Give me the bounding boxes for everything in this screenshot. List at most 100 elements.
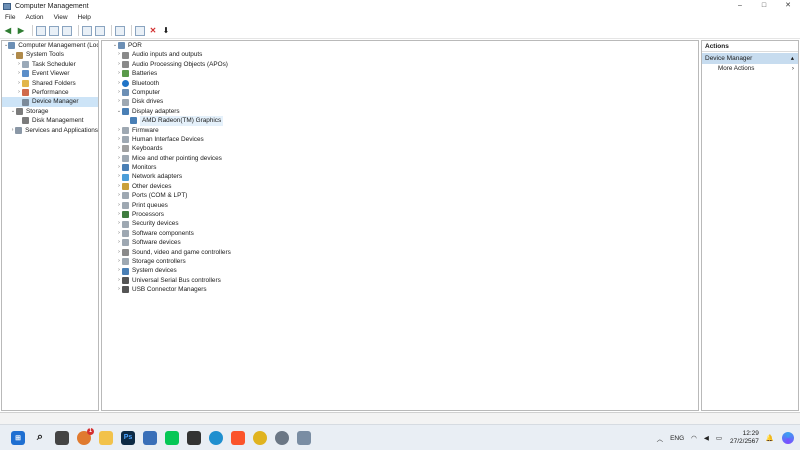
chat-app-icon[interactable]: 1 — [77, 427, 94, 445]
title-bar: Computer Management – □ ✕ — [0, 0, 800, 12]
maximize-button[interactable]: □ — [752, 0, 776, 12]
performance-icon — [22, 89, 29, 97]
settings-icon[interactable] — [275, 430, 289, 445]
device-category[interactable]: › Bluetooth — [102, 79, 698, 88]
device-category[interactable]: ⌄ Display adapters — [102, 107, 698, 116]
tree-item-services-applications[interactable]: › Services and Applications — [2, 126, 98, 135]
copilot-icon[interactable] — [782, 432, 794, 444]
help-icon[interactable] — [82, 25, 92, 36]
toolbar-separator — [131, 25, 132, 36]
device-category[interactable]: › Universal Serial Bus controllers — [102, 276, 698, 285]
firmware-icon — [122, 126, 129, 134]
actions-section-device-manager[interactable]: Device Manager ▴ — [702, 53, 798, 64]
collapse-icon[interactable]: ▴ — [791, 53, 794, 64]
download-icon[interactable]: ⬇ — [161, 26, 171, 36]
storage-icon — [16, 107, 23, 115]
clock[interactable]: 12:29 27/2/2567 — [730, 430, 759, 446]
device-category[interactable]: › Network adapters — [102, 172, 698, 181]
device-category[interactable]: › System devices — [102, 266, 698, 275]
tree-item-system-tools[interactable]: ⌄ System Tools — [2, 50, 98, 59]
mail-icon[interactable] — [143, 430, 157, 445]
tree-label: Task Scheduler — [32, 60, 76, 68]
tree-label: POR — [128, 42, 142, 49]
bell-icon[interactable]: 🔔 — [766, 434, 774, 442]
device-category[interactable]: › Ports (COM & LPT) — [102, 191, 698, 200]
volume-icon[interactable]: ◀ — [704, 434, 709, 442]
printer-icon — [122, 201, 129, 209]
computer-management-icon — [8, 42, 16, 50]
device-category[interactable]: › Software components — [102, 229, 698, 238]
chevron-up-icon[interactable]: ︿ — [657, 433, 664, 443]
shared-folders-icon — [22, 79, 29, 87]
status-bar — [0, 412, 800, 424]
menu-action[interactable]: Action — [20, 14, 48, 21]
tree-item-task-scheduler[interactable]: › Task Scheduler — [2, 60, 98, 69]
category-label: Universal Serial Bus controllers — [132, 276, 221, 284]
tree-item-event-viewer[interactable]: › Event Viewer — [2, 69, 98, 78]
device-category[interactable]: › Computer — [102, 88, 698, 97]
forward-icon[interactable]: ▶ — [16, 26, 26, 36]
device-category[interactable]: › Monitors — [102, 163, 698, 172]
device-category[interactable]: › Batteries — [102, 69, 698, 78]
wifi-icon[interactable]: ◠ — [691, 434, 697, 442]
more-actions[interactable]: More Actions › — [702, 64, 798, 74]
device-category[interactable]: › Audio inputs and outputs — [102, 50, 698, 59]
up-folder-icon[interactable] — [36, 25, 46, 36]
tree-item-shared-folders[interactable]: › Shared Folders — [2, 79, 98, 88]
brave-browser-icon[interactable] — [231, 430, 245, 445]
edge-browser-icon[interactable] — [209, 430, 223, 445]
device-category[interactable]: › Print queues — [102, 201, 698, 210]
menu-view[interactable]: View — [49, 14, 73, 21]
submenu-arrow-icon: › — [791, 65, 794, 72]
uninstall-icon[interactable]: ✕ — [148, 26, 158, 36]
device-category[interactable]: › Storage controllers — [102, 257, 698, 266]
device-category[interactable]: › Disk drives — [102, 97, 698, 106]
device-category[interactable]: › Audio Processing Objects (APOs) — [102, 60, 698, 69]
unity-icon[interactable] — [187, 430, 201, 445]
disk-drive-icon — [122, 98, 129, 106]
scan-hardware-icon[interactable] — [115, 25, 125, 36]
search-icon[interactable]: ⌕ — [33, 431, 47, 445]
tree-item-storage[interactable]: ⌄ Storage — [2, 107, 98, 116]
windows-start-icon[interactable]: ⊞ — [11, 430, 25, 445]
device-category[interactable]: › Other devices — [102, 182, 698, 191]
back-icon[interactable]: ◀ — [3, 26, 13, 36]
device-category[interactable]: › Firmware — [102, 126, 698, 135]
device-category[interactable]: › Processors — [102, 210, 698, 219]
device-item[interactable]: AMD Radeon(TM) Graphics — [102, 116, 698, 126]
update-driver-icon[interactable] — [135, 25, 145, 36]
category-label: Software components — [132, 229, 194, 237]
close-button[interactable]: ✕ — [776, 0, 800, 12]
device-category[interactable]: › Keyboards — [102, 144, 698, 153]
device-category[interactable]: › Human Interface Devices — [102, 135, 698, 144]
device-category[interactable]: › Security devices — [102, 219, 698, 228]
chrome-icon[interactable] — [253, 430, 267, 445]
menu-help[interactable]: Help — [73, 14, 96, 21]
view-icon[interactable] — [95, 25, 105, 36]
file-explorer-icon[interactable] — [99, 430, 113, 445]
system-device-icon — [122, 267, 129, 275]
category-label: Keyboards — [132, 145, 163, 153]
line-app-icon[interactable] — [165, 430, 179, 445]
tree-item-device-manager[interactable]: Device Manager — [2, 97, 98, 107]
tree-item-performance[interactable]: › Performance — [2, 88, 98, 97]
menu-file[interactable]: File — [0, 14, 20, 21]
device-category[interactable]: › Mice and other pointing devices — [102, 154, 698, 163]
tree-item-disk-management[interactable]: Disk Management — [2, 116, 98, 125]
display-adapter-icon — [130, 117, 137, 125]
language-indicator[interactable]: ENG — [670, 435, 684, 442]
device-tree-root[interactable]: ⌄ POR — [102, 41, 698, 50]
computer-icon — [122, 89, 129, 97]
properties-icon[interactable] — [62, 25, 72, 36]
device-category[interactable]: › USB Connector Managers — [102, 285, 698, 294]
tree-item-root[interactable]: ⌄ Computer Management (Local) — [2, 41, 98, 50]
photoshop-icon[interactable]: Ps — [121, 430, 135, 445]
task-view-icon[interactable] — [55, 430, 69, 445]
speaker-icon — [122, 51, 129, 59]
device-category[interactable]: › Sound, video and game controllers — [102, 248, 698, 257]
computer-management-taskbar-icon[interactable] — [297, 430, 311, 445]
battery-tray-icon[interactable]: ▭ — [716, 434, 722, 442]
show-hide-tree-icon[interactable] — [49, 25, 59, 36]
device-category[interactable]: › Software devices — [102, 238, 698, 247]
minimize-button[interactable]: – — [728, 0, 752, 12]
